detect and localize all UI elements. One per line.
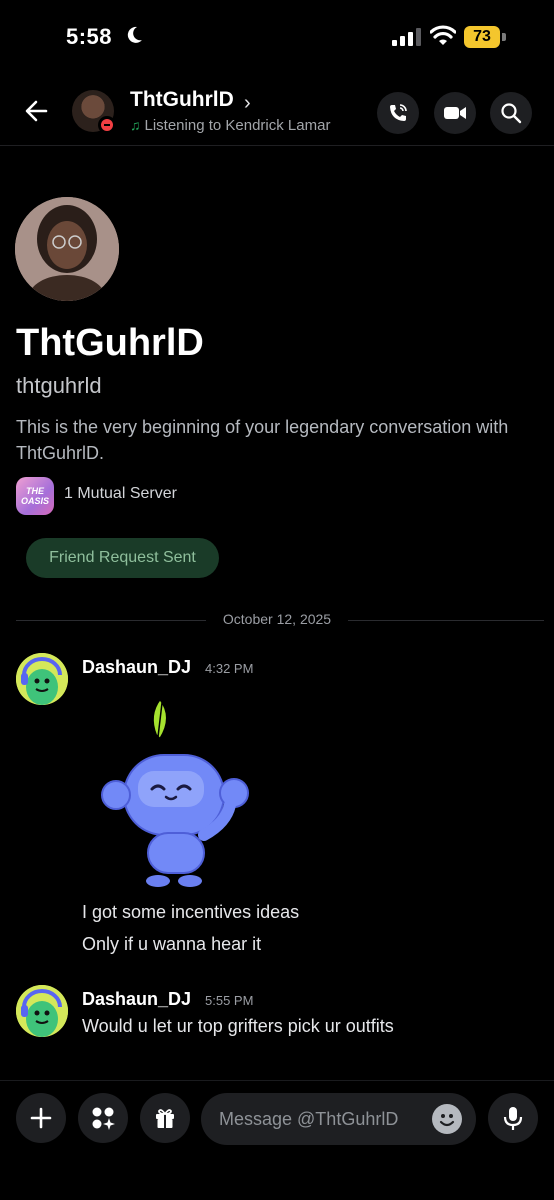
mutual-server-icon[interactable]: THE OASIS — [16, 477, 54, 515]
date-divider-label: October 12, 2025 — [206, 611, 348, 627]
activity-status: ♫ Listening to Kendrick Lamar — [130, 117, 330, 134]
message-text: Only if u wanna hear it — [82, 934, 262, 954]
message-timestamp: 5:55 PM — [205, 993, 254, 1008]
activity-text: Listening to Kendrick Lamar — [144, 117, 331, 134]
music-note-icon: ♫ — [130, 117, 141, 133]
conversation-intro: This is the very beginning of your legen… — [16, 417, 509, 463]
do-not-disturb-status-icon — [98, 116, 116, 134]
apps-button[interactable] — [78, 1093, 128, 1143]
profile-username: thtguhrld — [16, 373, 102, 398]
friend-request-sent-button[interactable]: Friend Request Sent — [26, 538, 219, 578]
profile-avatar[interactable] — [15, 197, 119, 301]
battery-tip — [502, 33, 506, 41]
profile-display-name: ThtGuhrlD — [16, 322, 204, 364]
message-avatar[interactable] — [16, 653, 68, 705]
message-text: I got some incentives ideas — [82, 902, 300, 922]
voice-call-button[interactable] — [377, 92, 419, 134]
message-text: Would u let ur top grifters pick ur outf… — [82, 1016, 394, 1036]
emoji-button[interactable] — [432, 1104, 462, 1134]
search-icon — [501, 103, 522, 124]
plus-icon — [30, 1107, 52, 1129]
video-call-button[interactable] — [434, 92, 476, 134]
apps-icon — [92, 1107, 115, 1130]
battery-indicator: 73 — [464, 26, 506, 48]
gift-button[interactable] — [140, 1093, 190, 1143]
voice-message-button[interactable] — [488, 1093, 538, 1143]
wifi-icon — [430, 25, 456, 45]
search-button[interactable] — [490, 92, 532, 134]
status-time: 5:58 — [66, 24, 113, 49]
wumpus-wave-sticker — [101, 697, 249, 887]
profile-photo — [15, 197, 119, 301]
header-username[interactable]: ThtGuhrlD — [130, 88, 234, 112]
video-camera-icon — [444, 107, 466, 119]
emoji-icon — [439, 1114, 455, 1127]
battery-level: 73 — [464, 26, 500, 48]
microphone-icon — [503, 1107, 523, 1130]
dm-header: ThtGuhrlD › ♫ Listening to Kendrick Lamar — [0, 80, 554, 146]
user-avatar-art — [16, 985, 68, 1037]
moon-icon — [127, 26, 142, 43]
user-avatar-art — [16, 653, 68, 705]
add-attachment-button[interactable] — [16, 1093, 66, 1143]
chevron-right-icon[interactable]: › — [244, 92, 251, 115]
message-composer — [0, 1080, 554, 1200]
message-timestamp: 4:32 PM — [205, 661, 254, 676]
message-author[interactable]: Dashaun_DJ — [82, 657, 191, 678]
status-bar: 5:58 73 — [0, 0, 554, 72]
cellular-signal-icon — [392, 28, 421, 46]
message-author[interactable]: Dashaun_DJ — [82, 989, 191, 1010]
mutual-servers-link[interactable]: 1 Mutual Server — [64, 485, 177, 503]
phone-call-icon — [390, 104, 407, 121]
gift-icon — [156, 1109, 174, 1128]
message-avatar[interactable] — [16, 985, 68, 1037]
back-arrow-icon[interactable] — [20, 94, 54, 128]
